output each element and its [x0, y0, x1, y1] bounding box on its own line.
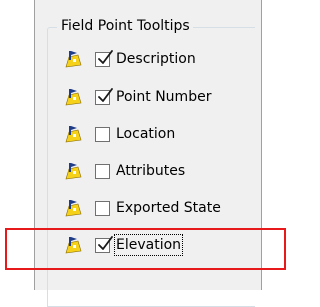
field-point-icon — [65, 51, 82, 68]
checkbox-exported-state[interactable] — [95, 200, 110, 216]
option-label-attributes: Attributes — [116, 163, 186, 179]
checkbox-description[interactable] — [95, 49, 113, 67]
option-row-attributes[interactable]: Attributes — [64, 159, 185, 183]
checkbox-location[interactable] — [95, 126, 110, 142]
field-point-icon — [65, 200, 82, 217]
option-label-location: Location — [116, 126, 176, 142]
option-row-location[interactable]: Location — [64, 122, 175, 146]
option-row-exported-state[interactable]: Exported State — [64, 196, 221, 220]
checkmark-icon — [98, 49, 113, 64]
field-point-icon — [65, 126, 82, 143]
field-point-icon — [65, 89, 82, 106]
elevation-highlight-box — [5, 228, 286, 270]
option-row-point-number[interactable]: Point Number — [64, 85, 211, 109]
group-title: Field Point Tooltips — [57, 15, 193, 37]
option-label-exported-state: Exported State — [116, 200, 221, 216]
checkmark-icon — [98, 87, 113, 102]
field-point-icon — [65, 163, 82, 180]
option-label-description: Description — [116, 51, 196, 67]
option-row-description[interactable]: Description — [64, 47, 196, 71]
checkbox-point-number[interactable] — [95, 87, 113, 105]
option-label-point-number: Point Number — [116, 89, 212, 105]
checkbox-attributes[interactable] — [95, 163, 110, 179]
